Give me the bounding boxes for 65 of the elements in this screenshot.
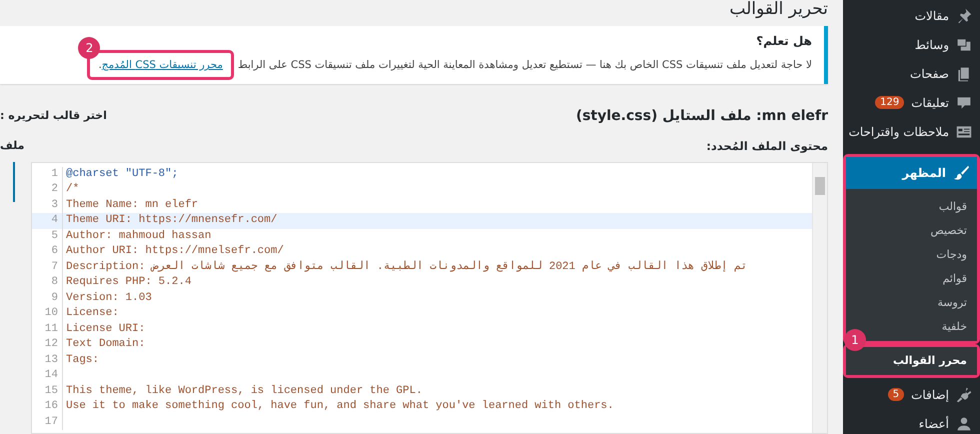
code-line: Description: تم إطلاق هذا القالب في عام 2021 للمواقع والمدونات الطبية. القالب متوافق مع جميع شاشات العرض [65,260,748,275]
line-number: 17 [32,414,63,430]
plug-icon [956,386,972,402]
code-line: Use it to make something cool, have fun, and share what you've learned with others. [65,399,614,414]
line-number: 8 [32,275,63,291]
line-number: 6 [32,244,63,260]
form-icon [956,124,972,140]
menu-item[interactable]: وسائط [843,30,980,59]
line-number: 1 [32,166,63,182]
user-icon [956,416,972,432]
line-number: 9 [32,290,63,306]
code-line: This theme, like WordPress, is licensed under the GPL. [65,384,422,399]
line-number: 13 [32,352,63,368]
content-label: محتوى الملف المُحدد: [706,138,828,153]
code-line: @charset "UTF-8"; [65,166,178,182]
submenu-item[interactable]: قوالب [846,195,977,219]
count-badge: 129 [875,96,904,109]
file-heading: mn elefr: ملف الستايل (style.css) [576,108,828,124]
theme-select-label: اختر قالب لتحريره : [0,109,107,122]
code-line: /* [65,182,80,198]
code-line: Author URI: https://mnelsefr.com/ [65,244,284,260]
submenu-item[interactable]: قوائم [846,267,977,291]
line-number: 16 [32,399,63,415]
step-badge: 2 [78,37,100,60]
menu-item[interactable]: صفحات [843,59,980,88]
code-line: Tags: [65,352,100,368]
count-badge: 5 [888,388,904,401]
notice-text: لا حاجة لتعديل ملف تنسيقات CSS الخاص بك هنا — تستطيع تعديل ومشاهدة المعاينة الحية لتغييرات ملف تنسيقات CSS على الرابط [238,59,812,72]
page-title: تحرير القوالب [728,0,828,21]
line-number: 2 [32,182,63,198]
code-line: Text Domain: [65,337,146,352]
menu-item[interactable]: المظهر [846,157,977,189]
line-number: 11 [32,322,63,338]
code-line: Version: 1.03 [65,290,152,306]
line-number: 7 [32,260,63,276]
code-line: License URI: [65,322,146,337]
menu-item[interactable]: ملاحظات واقتراحات [843,117,980,146]
submenu-item[interactable]: تروسة [846,291,977,315]
line-number: 12 [32,337,63,353]
notice-period: . [98,59,102,72]
menu-item[interactable]: مقالات [843,1,980,30]
line-number: 5 [32,228,63,244]
code-line: Author: mahmoud hassan [65,228,212,244]
scrollbar[interactable] [812,162,827,433]
line-number: 10 [32,306,63,322]
media-icon [956,36,972,52]
submenu-item[interactable]: ودجات [846,243,977,267]
code-line: Requires PHP: 5.2.4 [65,275,192,290]
file-list-label: ملف [0,139,24,152]
menu-item[interactable]: أعضاء [843,409,980,434]
code-line: Theme Name: mn elefr [65,198,198,213]
submenu-item[interactable]: تخصيص [846,219,977,243]
page-icon [956,66,972,82]
notice-heading: هل تعلم؟ [756,34,812,48]
pin-icon [956,8,972,24]
css-editor-link[interactable]: محرر تنسيقات CSS المُدمج [102,59,223,72]
brush-icon [953,165,969,181]
code-line: License: [65,306,119,322]
line-number: 15 [32,384,63,400]
code-line: Theme URI: https://mnensefr.com/ [65,213,278,228]
code-editor[interactable] [31,162,828,434]
line-number: 14 [32,368,63,384]
line-number: 4 [32,213,63,229]
comment-icon [956,94,972,110]
submenu-item[interactable]: محرر القوالب [846,347,977,375]
